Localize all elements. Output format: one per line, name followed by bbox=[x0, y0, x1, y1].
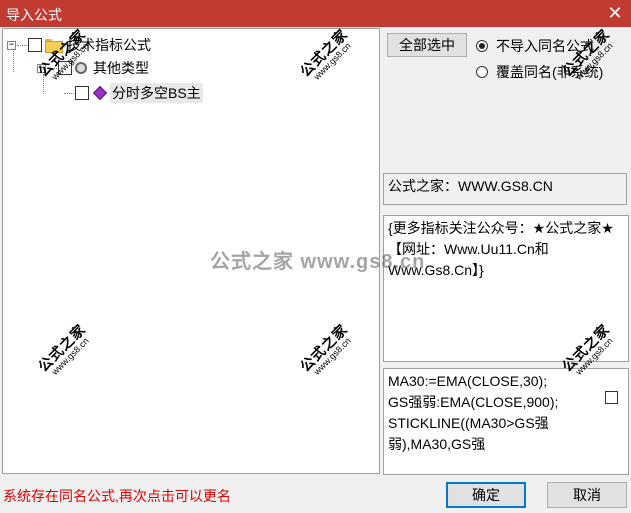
tree-node-formula[interactable]: 分时多空BS主 bbox=[63, 83, 203, 103]
ok-button[interactable]: 确定 bbox=[446, 482, 526, 508]
tree-checkbox-formula[interactable] bbox=[75, 86, 89, 100]
code-line: GS强弱:EMA(CLOSE,900); bbox=[388, 394, 559, 410]
category-icon bbox=[75, 62, 87, 74]
radio-overwrite[interactable] bbox=[476, 66, 488, 78]
code-line: MA30:=EMA(CLOSE,30); bbox=[388, 373, 548, 389]
code-box: MA30:=EMA(CLOSE,30); GS强弱:EMA(CLOSE,900)… bbox=[383, 368, 629, 475]
formula-icon bbox=[92, 85, 108, 101]
code-line: STICKLINE((MA30>GS强 bbox=[388, 415, 549, 431]
window-title: 导入公式 bbox=[6, 7, 62, 23]
code-line: 弱),MA30,GS强 bbox=[388, 436, 486, 452]
collapse-icon[interactable]: − bbox=[7, 40, 16, 50]
title-bar: 导入公式 ✕ bbox=[0, 0, 631, 27]
status-message: 系统存在同名公式,再次点击可以更名 bbox=[3, 488, 231, 504]
radio-no-import[interactable] bbox=[476, 40, 488, 52]
code-checkbox[interactable] bbox=[605, 391, 618, 404]
source-info-box: 公式之家：WWW.GS8.CN bbox=[383, 173, 627, 205]
tree-checkbox-root[interactable] bbox=[28, 38, 42, 52]
select-all-button[interactable]: 全部选中 bbox=[387, 33, 467, 57]
source-info-text: 公式之家：WWW.GS8.CN bbox=[388, 178, 553, 194]
tree-label-category: 其他类型 bbox=[93, 60, 149, 76]
watermark-center: 公式之家 www.gs8.cn bbox=[210, 251, 426, 273]
tree-label-formula: 分时多空BS主 bbox=[110, 83, 203, 103]
close-icon[interactable]: ✕ bbox=[605, 2, 625, 24]
cancel-button[interactable]: 取消 bbox=[547, 482, 627, 508]
